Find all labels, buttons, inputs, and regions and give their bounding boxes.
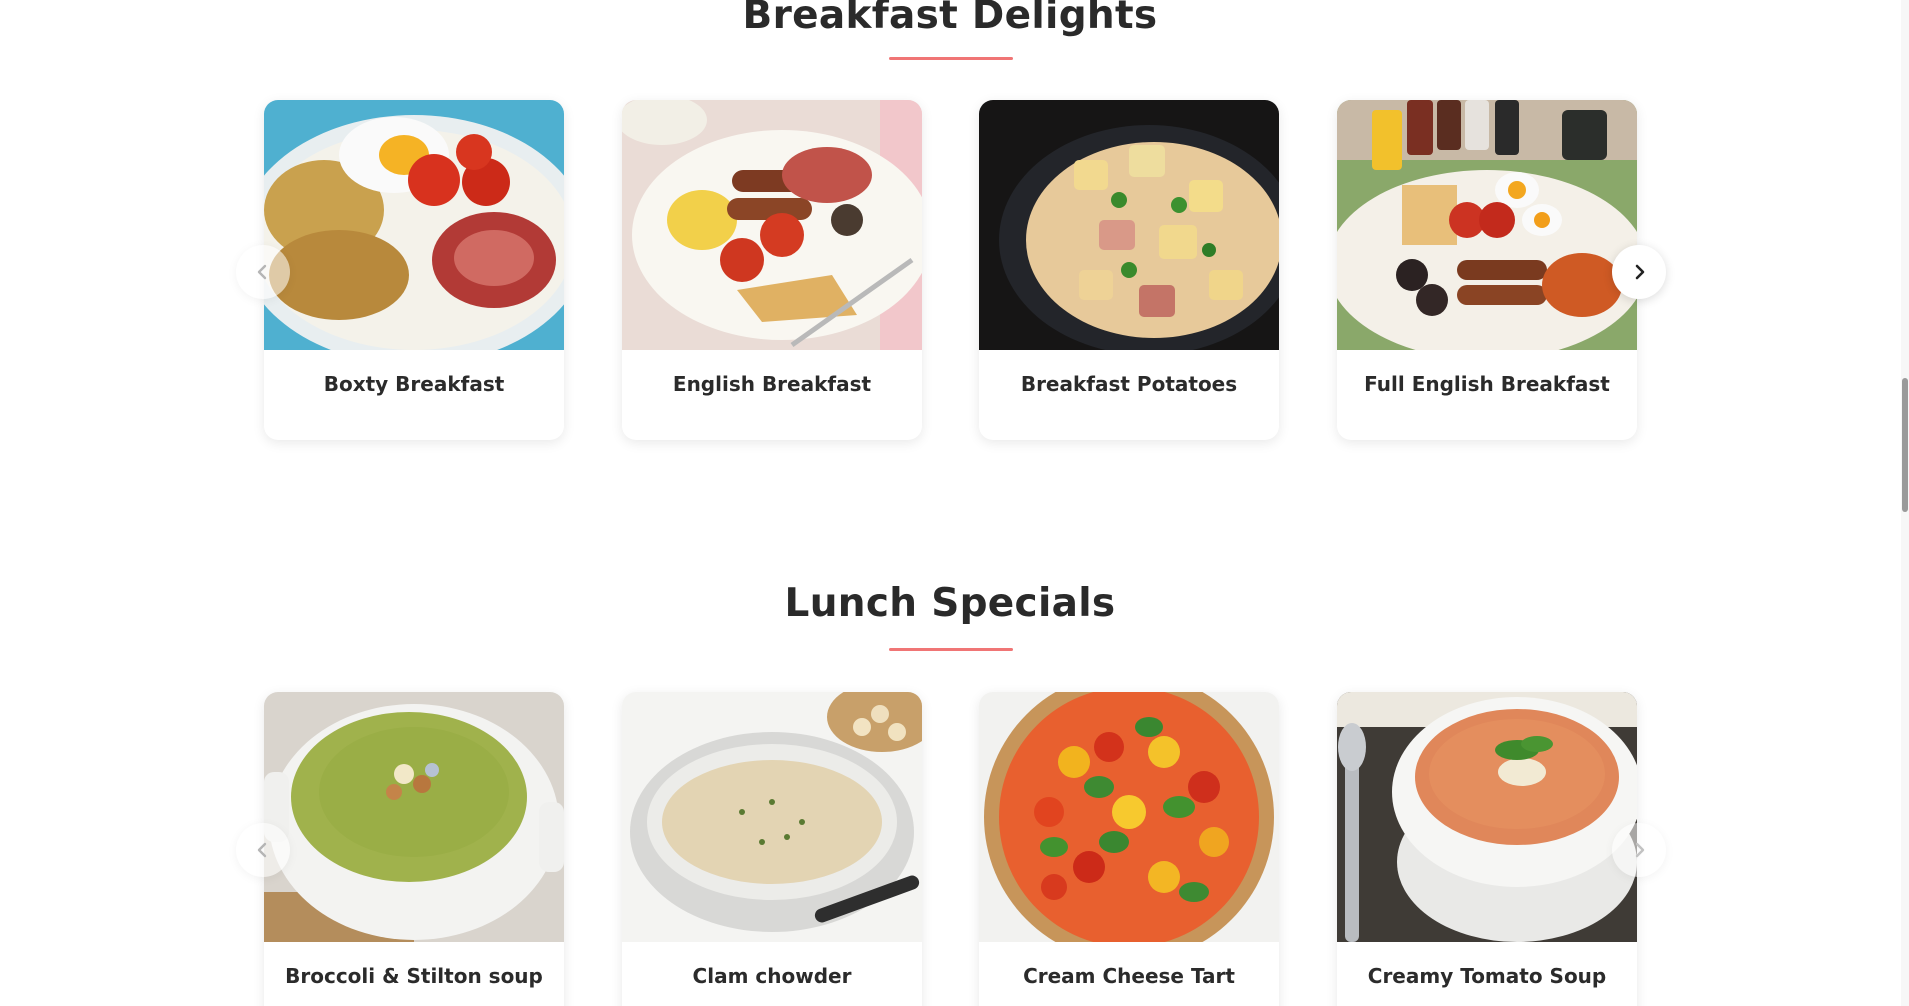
recipe-title[interactable]: Broccoli & Stilton soup [264,964,564,988]
carousel-next-button[interactable] [1612,245,1666,299]
recipe-title[interactable]: Boxty Breakfast [264,372,564,396]
chevron-right-icon [1635,264,1645,280]
recipe-title[interactable]: Cream Cheese Tart [979,964,1279,988]
recipe-card-cream-cheese-tart[interactable]: Cream Cheese Tart [979,692,1279,1006]
recipe-card-breakfast-potatoes[interactable]: Breakfast Potatoes [979,100,1279,440]
recipe-image[interactable] [1337,100,1637,350]
page: Breakfast Delights Boxty Breakfast Engli… [0,0,1909,1006]
recipe-card-creamy-tomato-soup[interactable]: Creamy Tomato Soup [1337,692,1637,1006]
scrollbar-thumb[interactable] [1902,378,1908,512]
recipe-title[interactable]: Clam chowder [622,964,922,988]
carousel-prev-button[interactable] [236,823,290,877]
recipe-image[interactable] [622,100,922,350]
recipe-image[interactable] [622,692,922,942]
recipe-title[interactable]: Breakfast Potatoes [979,372,1279,396]
recipe-title[interactable]: Full English Breakfast [1337,372,1637,396]
recipe-title[interactable]: Creamy Tomato Soup [1337,964,1637,988]
recipe-card-broccoli-stilton-soup[interactable]: Broccoli & Stilton soup [264,692,564,1006]
recipe-image[interactable] [264,692,564,942]
chevron-right-icon [1635,842,1645,858]
scrollbar-track[interactable] [1901,0,1909,1006]
carousel-breakfast: Boxty Breakfast English Breakfast Breakf… [0,100,1909,460]
recipe-image[interactable] [979,692,1279,942]
recipe-image[interactable] [264,100,564,350]
recipe-image[interactable] [979,100,1279,350]
carousel-next-button[interactable] [1612,823,1666,877]
chevron-left-icon [257,264,267,280]
recipe-card-boxty-breakfast[interactable]: Boxty Breakfast [264,100,564,440]
section-title-lunch: Lunch Specials [784,581,1116,626]
title-underline [889,648,1013,651]
chevron-left-icon [257,842,267,858]
recipe-card-full-english-breakfast[interactable]: Full English Breakfast [1337,100,1637,440]
recipe-card-english-breakfast[interactable]: English Breakfast [622,100,922,440]
carousel-lunch: Broccoli & Stilton soup Clam chowder Cre… [0,692,1909,1006]
recipe-image[interactable] [1337,692,1637,942]
title-underline [889,57,1013,60]
recipe-title[interactable]: English Breakfast [622,372,922,396]
section-title-breakfast: Breakfast Delights [742,0,1158,38]
recipe-card-clam-chowder[interactable]: Clam chowder [622,692,922,1006]
carousel-prev-button[interactable] [236,245,290,299]
